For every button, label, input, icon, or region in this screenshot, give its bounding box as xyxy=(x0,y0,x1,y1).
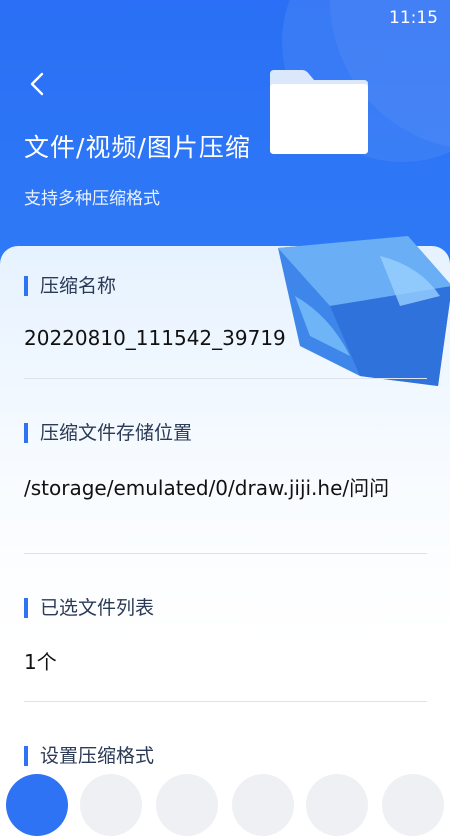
status-time: 11:15 xyxy=(389,8,438,28)
page-title: 文件/视频/图片压缩 xyxy=(24,133,251,162)
format-options xyxy=(0,774,450,836)
page-subtitle: 支持多种压缩格式 xyxy=(24,189,160,209)
compress-name-field[interactable]: 20220810_111542_39719 xyxy=(24,324,424,352)
chevron-left-icon xyxy=(30,72,44,96)
format-option[interactable] xyxy=(306,774,368,836)
compress-name-label: 压缩名称 xyxy=(24,276,116,296)
back-button[interactable] xyxy=(22,68,54,100)
divider xyxy=(24,378,427,379)
storage-location-label: 压缩文件存储位置 xyxy=(24,423,192,443)
compress-format-label: 设置压缩格式 xyxy=(24,746,154,766)
format-option[interactable] xyxy=(382,774,444,836)
format-option[interactable] xyxy=(232,774,294,836)
folder-icon xyxy=(270,70,368,154)
selected-files-label: 已选文件列表 xyxy=(24,598,154,618)
storage-location-field[interactable]: /storage/emulated/0/draw.jiji.he/问问 xyxy=(24,474,424,502)
divider xyxy=(24,553,427,554)
divider xyxy=(24,701,427,702)
cube-illustration xyxy=(278,236,450,386)
format-option[interactable] xyxy=(156,774,218,836)
format-option[interactable] xyxy=(80,774,142,836)
format-option-selected[interactable] xyxy=(6,774,68,836)
selected-files-value[interactable]: 1个 xyxy=(24,648,424,676)
